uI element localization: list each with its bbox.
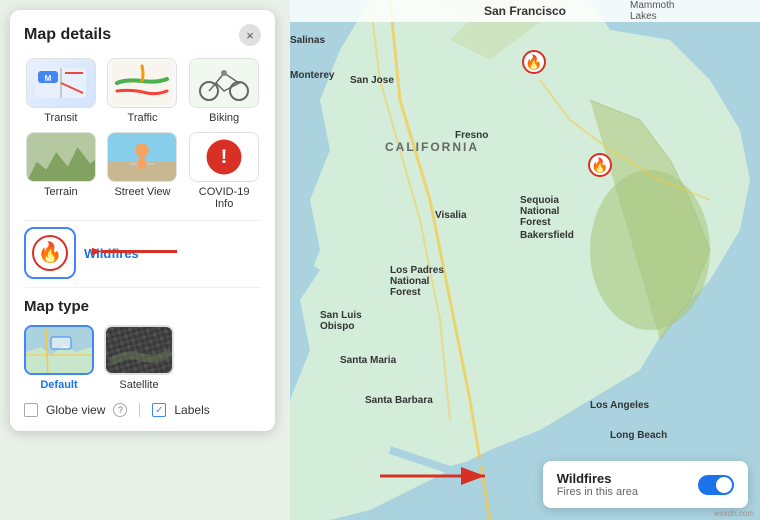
streetview-label: Street View: [114, 186, 170, 198]
satellite-map-label: Satellite: [119, 379, 158, 391]
city-santa-barbara: Santa Barbara: [365, 395, 433, 406]
city-visalia: Visalia: [435, 210, 467, 221]
map-type-grid: Default: [24, 325, 261, 391]
satellite-map-icon: [104, 325, 174, 375]
panel-red-arrow: [92, 240, 182, 269]
traffic-label: Traffic: [128, 112, 158, 124]
transit-label: Transit: [44, 112, 77, 124]
city-long-beach: Long Beach: [610, 430, 667, 441]
covid-label: COVID-19Info: [199, 186, 250, 210]
map-red-arrow: [375, 461, 495, 496]
watermark: wsxdn.com: [714, 509, 754, 518]
map-type-satellite[interactable]: Satellite: [104, 325, 174, 391]
city-san-jose: San Jose: [350, 75, 394, 86]
forest-label: SequoiaNationalForest: [520, 195, 559, 228]
transit-icon: M: [26, 58, 96, 108]
streetview-icon: [107, 132, 177, 182]
map-type-section: Map type Default: [24, 298, 261, 417]
svg-text:🔥: 🔥: [38, 240, 63, 264]
divider: [139, 403, 140, 417]
labels-label: Labels: [174, 403, 209, 417]
labels-checkbox[interactable]: ✓: [152, 403, 166, 417]
help-icon[interactable]: ?: [113, 403, 127, 417]
globe-checkbox[interactable]: [24, 403, 38, 417]
wildfire-popup: Wildfires Fires in this area: [543, 461, 748, 508]
popup-title: Wildfires: [557, 471, 638, 486]
default-map-icon: [24, 325, 94, 375]
detail-item-terrain[interactable]: Terrain: [24, 132, 98, 210]
globe-label: Globe view: [46, 403, 105, 417]
fire-marker-2: 🔥: [588, 153, 612, 183]
forest-los-padres: Los PadresNationalForest: [390, 265, 444, 298]
details-grid: M Transit: [24, 58, 261, 210]
city-monterey: Monterey: [290, 70, 334, 81]
city-santa-maria: Santa Maria: [340, 355, 396, 366]
popup-subtitle: Fires in this area: [557, 486, 638, 498]
traffic-icon: [107, 58, 177, 108]
wildfire-icon-box: 🔥: [24, 227, 76, 279]
svg-text:!: !: [221, 146, 227, 168]
svg-text:🔥: 🔥: [591, 157, 608, 174]
toggle-knob: [716, 477, 732, 493]
top-city-label: San Francisco: [290, 0, 760, 22]
detail-item-biking[interactable]: Biking: [187, 58, 261, 124]
city-los-angeles: Los Angeles: [590, 400, 649, 411]
detail-item-covid[interactable]: ! COVID-19Info: [187, 132, 261, 210]
fire-marker-1: 🔥: [522, 50, 546, 80]
city-mammoth: MammothLakes: [630, 0, 674, 22]
default-map-label: Default: [40, 379, 77, 391]
terrain-label: Terrain: [44, 186, 78, 198]
state-label: CALIFORNIA: [385, 140, 479, 154]
city-bakersfield: Bakersfield: [520, 230, 574, 241]
wildfires-section[interactable]: 🔥 Wildfires: [24, 220, 261, 288]
detail-item-traffic[interactable]: Traffic: [106, 58, 180, 124]
map-type-title: Map type: [24, 298, 261, 315]
terrain-icon: [26, 132, 96, 182]
globe-row: Globe view ? ✓ Labels: [24, 403, 261, 417]
popup-text: Wildfires Fires in this area: [557, 471, 638, 498]
map-container: San Francisco San Jose Fresno CALIFORNIA…: [290, 0, 760, 520]
map-type-default[interactable]: Default: [24, 325, 94, 391]
panel-title: Map details: [24, 26, 111, 44]
biking-icon: [189, 58, 259, 108]
svg-text:🔥: 🔥: [525, 54, 542, 71]
detail-item-streetview[interactable]: Street View: [106, 132, 180, 210]
svg-text:M: M: [45, 74, 52, 83]
covid-icon: !: [189, 132, 259, 182]
map-details-panel: Map details × M Transit: [10, 10, 275, 431]
wildfire-toggle[interactable]: [698, 475, 734, 495]
city-san-luis: San LuisObispo: [320, 310, 362, 332]
detail-item-transit[interactable]: M Transit: [24, 58, 98, 124]
biking-label: Biking: [209, 112, 239, 124]
city-salinas: Salinas: [290, 35, 325, 46]
close-button[interactable]: ×: [239, 24, 261, 46]
panel-header: Map details ×: [24, 24, 261, 46]
